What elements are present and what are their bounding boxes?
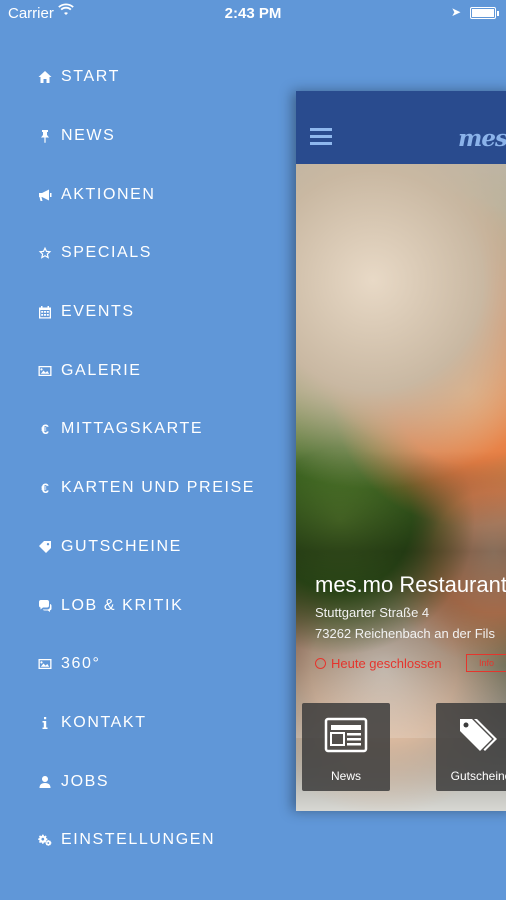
menu-item-start[interactable]: START — [0, 48, 290, 107]
menu-item-label: START — [61, 68, 120, 86]
menu-item-jobs[interactable]: JOBS — [0, 752, 290, 811]
menu-item-kontakt[interactable]: KONTAKT — [0, 694, 290, 753]
restaurant-title: mes.mo Restaurant — [315, 572, 506, 597]
menu-item-news[interactable]: NEWS — [0, 107, 290, 166]
menu-item-label: EINSTELLUNGEN — [61, 831, 216, 849]
menu-item-label: KONTAKT — [61, 713, 147, 731]
status-time: 2:43 PM — [224, 5, 282, 22]
image-icon — [37, 656, 53, 672]
menu-item-label: LOB & KRITIK — [61, 596, 184, 614]
newspaper-icon — [324, 717, 368, 753]
tile-news[interactable]: News — [302, 703, 390, 791]
cogs-icon — [37, 832, 53, 848]
tags-icon — [460, 719, 497, 751]
hamburger-menu-icon[interactable] — [310, 128, 332, 146]
euro-icon: € — [41, 480, 49, 497]
app-logo: mesmo — [458, 125, 506, 152]
tag-icon — [37, 539, 53, 555]
menu-item-specials[interactable]: SPECIALS — [0, 224, 290, 283]
menu-item-mittagskarte[interactable]: € MITTAGSKARTE — [0, 400, 290, 459]
euro-icon: € — [41, 421, 49, 438]
menu-item-label: EVENTS — [61, 303, 135, 321]
megaphone-icon — [37, 187, 53, 203]
menu-item-einstellungen[interactable]: EINSTELLUNGEN — [0, 811, 290, 870]
menu-item-360[interactable]: 360° — [0, 635, 290, 694]
menu-item-label: AKTIONEN — [61, 185, 156, 203]
menu-item-label: SPECIALS — [61, 244, 153, 262]
menu-item-lob-und-kritik[interactable]: LOB & KRITIK — [0, 576, 290, 635]
menu-item-label: JOBS — [61, 772, 110, 790]
menu-item-label: 360° — [61, 655, 101, 673]
tile-gutscheine[interactable]: Gutscheine — [436, 703, 506, 791]
app-nav-bar: mesmo — [296, 91, 506, 164]
status-badge[interactable]: Info — [466, 654, 506, 672]
calendar-icon — [37, 304, 53, 320]
user-icon — [37, 774, 53, 790]
location-arrow-icon: ➤ — [451, 5, 462, 19]
menu-item-label: NEWS — [61, 127, 116, 145]
menu-item-gutscheine[interactable]: GUTSCHEINE — [0, 518, 290, 577]
menu-item-label: GALERIE — [61, 361, 142, 379]
menu-item-galerie[interactable]: GALERIE — [0, 341, 290, 400]
image-icon — [37, 363, 53, 379]
home-icon — [37, 69, 53, 85]
comments-icon — [37, 598, 53, 614]
menu-item-karten-und-preise[interactable]: € KARTEN UND PREISE — [0, 459, 290, 518]
info-icon — [37, 715, 53, 731]
pin-icon — [37, 128, 53, 144]
menu-item-label: GUTSCHEINE — [61, 537, 182, 555]
side-menu: START NEWS AKTIONEN SPECIALS EVENTS GALE… — [0, 48, 290, 870]
status-bar: Carrier 2:43 PM ➤ — [0, 0, 506, 28]
opening-status-text: Heute geschlossen — [331, 656, 442, 671]
address-street: Stuttgarter Straße 4 — [315, 605, 430, 620]
menu-item-label: KARTEN UND PREISE — [61, 479, 256, 497]
star-icon — [37, 245, 53, 261]
address-city: 73262 Reichenbach an der Fils — [315, 626, 495, 641]
menu-item-events[interactable]: EVENTS — [0, 283, 290, 342]
tile-label: News — [330, 769, 361, 783]
tile-label: Gutscheine — [450, 769, 506, 783]
menu-item-aktionen[interactable]: AKTIONEN — [0, 165, 290, 224]
battery-icon — [470, 7, 499, 19]
opening-status: Heute geschlossen — [315, 656, 442, 671]
menu-item-label: MITTAGSKARTE — [61, 420, 204, 438]
clock-icon — [315, 658, 326, 669]
